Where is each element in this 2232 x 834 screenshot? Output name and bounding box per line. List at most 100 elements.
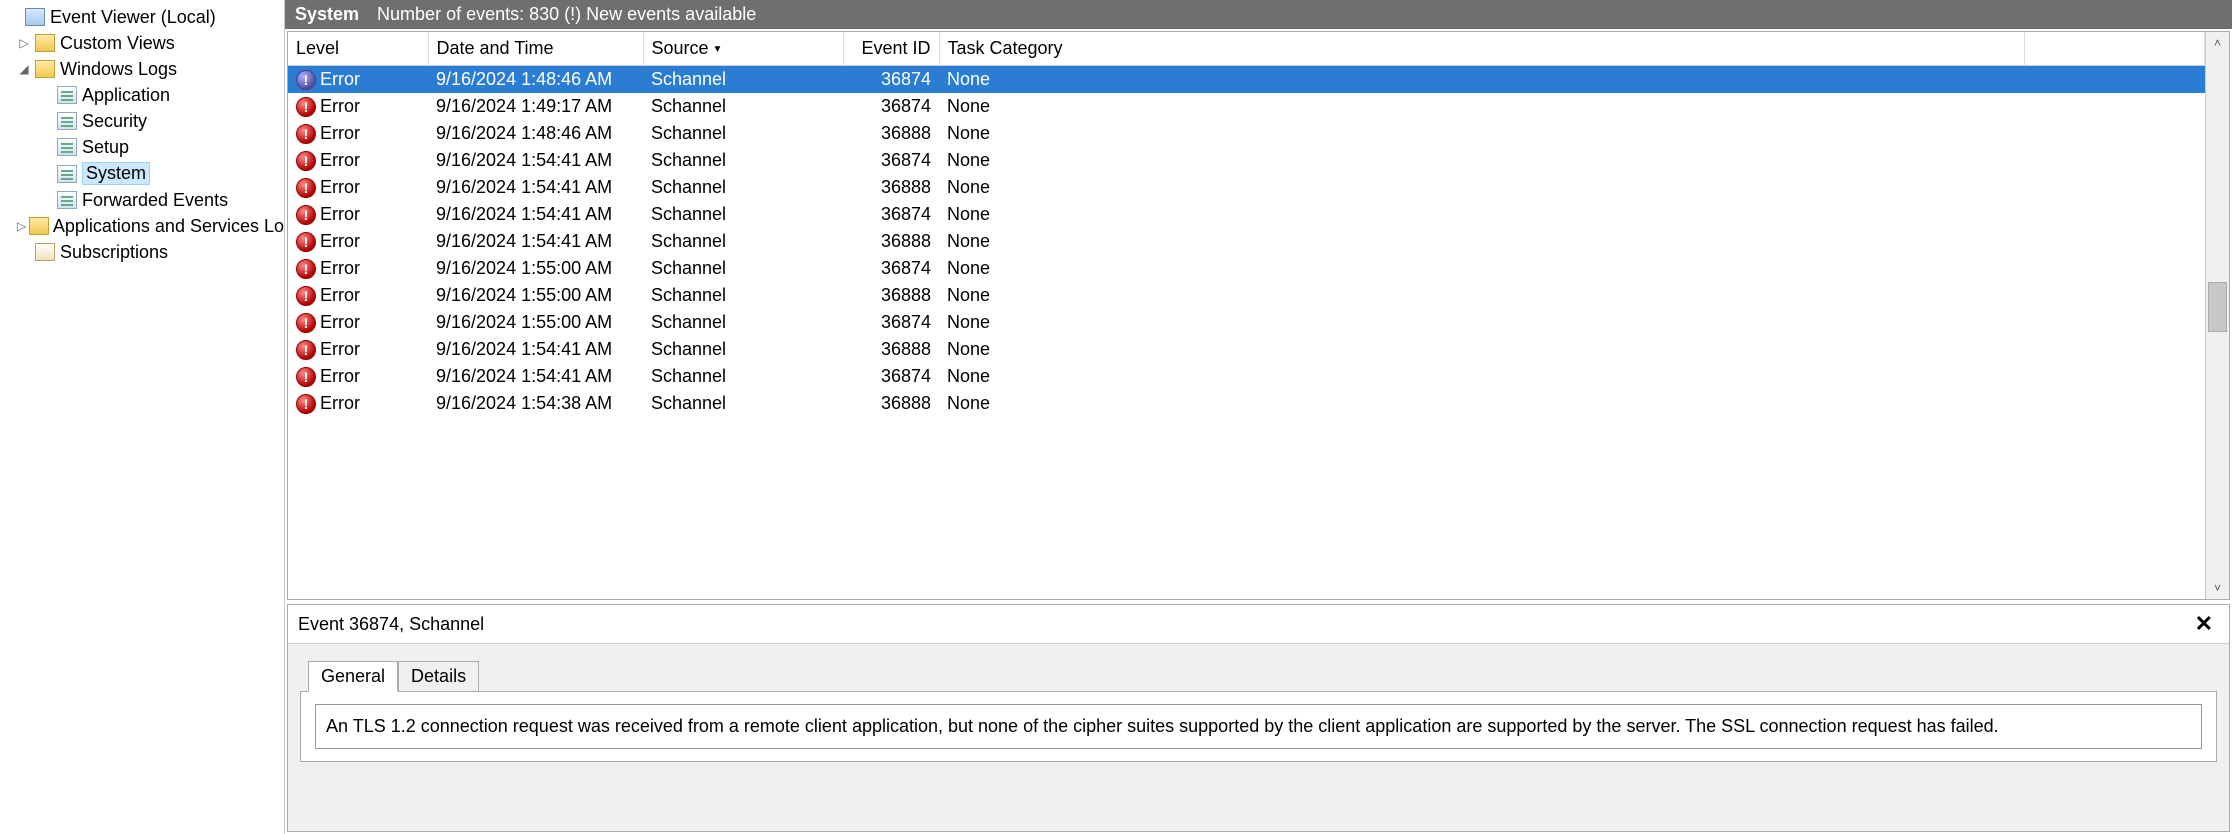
error-icon: !: [296, 394, 316, 414]
details-title-bar: Event 36874, Schannel ✕: [288, 605, 2229, 644]
log-icon: [56, 110, 78, 132]
column-header-row: Level Date and Time Source▼ Event ID Tas…: [288, 32, 2205, 66]
header-subtitle: Number of events: 830 (!) New events ava…: [377, 4, 756, 25]
expander-collapsed-icon[interactable]: ▷: [16, 219, 27, 233]
cell-date: 9/16/2024 1:55:00 AM: [428, 309, 643, 336]
cell-source: Schannel: [643, 255, 843, 282]
col-source[interactable]: Source▼: [643, 32, 843, 66]
col-spacer: [2025, 32, 2205, 66]
tree-system[interactable]: System: [0, 160, 284, 187]
cell-taskcat: None: [939, 309, 2025, 336]
col-date[interactable]: Date and Time: [428, 32, 643, 66]
table-row[interactable]: !Error9/16/2024 1:55:00 AMSchannel36874N…: [288, 255, 2205, 282]
main-panel: System Number of events: 830 (!) New eve…: [285, 0, 2232, 834]
tree-apps-services[interactable]: ▷ Applications and Services Lo: [0, 213, 284, 239]
event-grid[interactable]: Level Date and Time Source▼ Event ID Tas…: [288, 32, 2205, 599]
cell-eventid: 36888: [843, 336, 939, 363]
cell-level: Error: [320, 150, 360, 171]
table-row[interactable]: !Error9/16/2024 1:48:46 AMSchannel36874N…: [288, 66, 2205, 94]
cell-source: Schannel: [643, 228, 843, 255]
table-row[interactable]: !Error9/16/2024 1:54:41 AMSchannel36888N…: [288, 228, 2205, 255]
folder-icon: [34, 32, 56, 54]
cell-source: Schannel: [643, 120, 843, 147]
cell-taskcat: None: [939, 336, 2025, 363]
folder-icon: [29, 215, 49, 237]
tree-custom-views[interactable]: ▷ Custom Views: [0, 30, 284, 56]
expander-collapsed-icon[interactable]: ▷: [16, 36, 32, 50]
cell-source: Schannel: [643, 363, 843, 390]
cell-source: Schannel: [643, 390, 843, 417]
tree-setup[interactable]: Setup: [0, 134, 284, 160]
cell-date: 9/16/2024 1:54:41 AM: [428, 147, 643, 174]
table-row[interactable]: !Error9/16/2024 1:54:38 AMSchannel36888N…: [288, 390, 2205, 417]
cell-source: Schannel: [643, 66, 843, 94]
details-tabs: General Details: [308, 660, 2217, 691]
tree-label: Application: [82, 85, 170, 106]
cell-date: 9/16/2024 1:48:46 AM: [428, 120, 643, 147]
cell-taskcat: None: [939, 282, 2025, 309]
cell-eventid: 36874: [843, 255, 939, 282]
table-row[interactable]: !Error9/16/2024 1:55:00 AMSchannel36888N…: [288, 282, 2205, 309]
error-icon: !: [296, 259, 316, 279]
tab-content-general: An TLS 1.2 connection request was receiv…: [300, 691, 2217, 762]
details-panel: Event 36874, Schannel ✕ General Details …: [287, 604, 2230, 832]
cell-level: Error: [320, 96, 360, 117]
table-row[interactable]: !Error 9/16/2024 1:55:00 AMSchannel36874N…: [288, 309, 2205, 336]
cell-level: Error: [320, 69, 360, 90]
cell-level: Error: [320, 312, 360, 333]
header-title: System: [295, 4, 359, 25]
tree-root[interactable]: Event Viewer (Local): [0, 4, 284, 30]
table-row[interactable]: !Error9/16/2024 1:54:41 AMSchannel36874N…: [288, 147, 2205, 174]
cell-level: Error: [320, 285, 360, 306]
scroll-thumb[interactable]: [2208, 282, 2227, 332]
folder-icon: [34, 58, 56, 80]
cell-level: Error: [320, 123, 360, 144]
tree-label: Windows Logs: [60, 59, 177, 80]
tree-label: Custom Views: [60, 33, 175, 54]
scroll-up-icon[interactable]: ˄: [2206, 32, 2229, 54]
cell-level: Error: [320, 231, 360, 252]
cell-source: Schannel: [643, 147, 843, 174]
close-icon[interactable]: ✕: [2189, 611, 2219, 637]
cell-date: 9/16/2024 1:55:00 AM: [428, 282, 643, 309]
cell-eventid: 36874: [843, 201, 939, 228]
tree-subscriptions[interactable]: Subscriptions: [0, 239, 284, 265]
tree-label: System: [82, 162, 150, 185]
tree-forwarded[interactable]: Forwarded Events: [0, 187, 284, 213]
cell-taskcat: None: [939, 93, 2025, 120]
cell-eventid: 36874: [843, 147, 939, 174]
table-row[interactable]: !Error9/16/2024 1:49:17 AMSchannel36874N…: [288, 93, 2205, 120]
cell-date: 9/16/2024 1:54:41 AM: [428, 336, 643, 363]
tree-windows-logs[interactable]: ◢ Windows Logs: [0, 56, 284, 82]
cell-date: 9/16/2024 1:54:38 AM: [428, 390, 643, 417]
tab-general[interactable]: General: [308, 661, 398, 692]
col-eventid[interactable]: Event ID: [843, 32, 939, 66]
expander-expanded-icon[interactable]: ◢: [16, 62, 32, 76]
table-row[interactable]: !Error9/16/2024 1:54:41 AMSchannel36888N…: [288, 336, 2205, 363]
cell-source: Schannel: [643, 336, 843, 363]
table-row[interactable]: !Error9/16/2024 1:54:41 AMSchannel36888N…: [288, 174, 2205, 201]
table-row[interactable]: !Error9/16/2024 1:54:41 AMSchannel36874N…: [288, 363, 2205, 390]
tree-application[interactable]: Application: [0, 82, 284, 108]
col-taskcat[interactable]: Task Category: [939, 32, 2025, 66]
table-row[interactable]: !Error9/16/2024 1:48:46 AMSchannel36888N…: [288, 120, 2205, 147]
error-icon: !: [296, 151, 316, 171]
cell-eventid: 36874: [843, 66, 939, 94]
error-icon: !: [296, 286, 316, 306]
tree-label: Subscriptions: [60, 242, 168, 263]
tab-details[interactable]: Details: [398, 661, 479, 692]
tree-security[interactable]: Security: [0, 108, 284, 134]
cell-source: Schannel: [643, 309, 843, 336]
cell-taskcat: None: [939, 120, 2025, 147]
cell-level: Error: [320, 258, 360, 279]
cell-date: 9/16/2024 1:49:17 AM: [428, 93, 643, 120]
cell-eventid: 36888: [843, 174, 939, 201]
col-level[interactable]: Level: [288, 32, 428, 66]
vertical-scrollbar[interactable]: ˄ ˅: [2205, 32, 2229, 599]
cell-level: Error: [320, 177, 360, 198]
error-icon: !: [296, 313, 316, 333]
scroll-down-icon[interactable]: ˅: [2206, 577, 2229, 599]
cell-eventid: 36874: [843, 309, 939, 336]
cell-taskcat: None: [939, 228, 2025, 255]
table-row[interactable]: !Error9/16/2024 1:54:41 AMSchannel36874N…: [288, 201, 2205, 228]
